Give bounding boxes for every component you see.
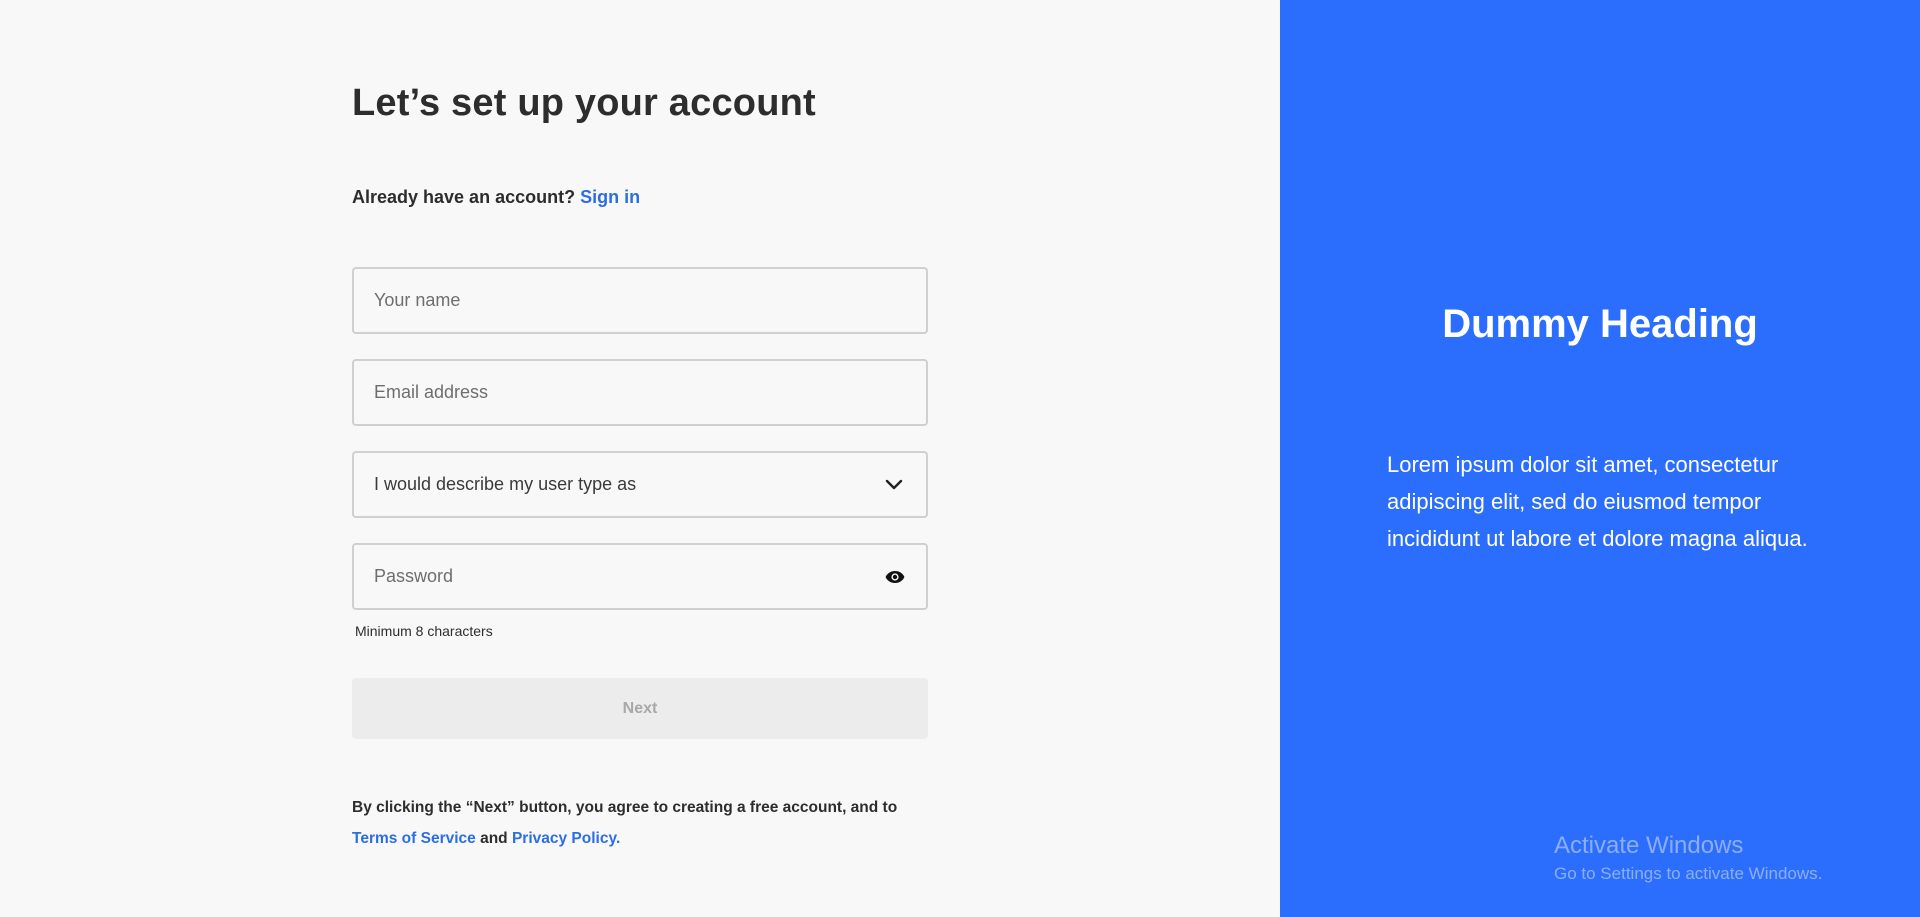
chevron-down-icon[interactable] <box>882 473 906 497</box>
promo-panel: Dummy Heading Lorem ipsum dolor sit amet… <box>1280 0 1920 917</box>
promo-body: Lorem ipsum dolor sit amet, consectetur … <box>1387 452 1808 551</box>
legal-and: and <box>480 830 508 847</box>
legal-notice: By clicking the “Next” button, you agree… <box>352 792 952 854</box>
password-hint: Minimum 8 characters <box>355 623 493 639</box>
signin-prompt: Already have an account? <box>352 187 576 207</box>
name-field[interactable] <box>352 267 928 334</box>
watermark-subtitle: Go to Settings to activate Windows. <box>1554 864 1823 883</box>
name-input[interactable] <box>374 290 906 311</box>
activation-watermark: Activate Windows Go to Settings to activ… <box>1554 830 1822 886</box>
watermark-title: Activate Windows <box>1554 832 1744 859</box>
terms-link[interactable]: Terms of Service <box>352 830 476 847</box>
page-title: Let’s set up your account <box>352 82 816 124</box>
signin-row: Already have an account? Sign in <box>352 187 640 208</box>
signup-panel: Let’s set up your account Already have a… <box>0 0 1280 917</box>
promo-heading: Dummy Heading <box>1442 302 1758 346</box>
email-input[interactable] <box>374 382 906 403</box>
password-field[interactable] <box>352 543 928 610</box>
legal-text: By clicking the “Next” button, you agree… <box>352 799 898 816</box>
privacy-link[interactable]: Privacy Policy. <box>512 830 620 847</box>
user-type-select[interactable]: I would describe my user type as <box>352 451 928 518</box>
password-input[interactable] <box>374 566 884 587</box>
next-button[interactable]: Next <box>352 678 928 739</box>
email-field[interactable] <box>352 359 928 426</box>
signin-link[interactable]: Sign in <box>580 187 640 207</box>
user-type-value: I would describe my user type as <box>374 474 637 494</box>
eye-icon[interactable] <box>883 565 906 589</box>
